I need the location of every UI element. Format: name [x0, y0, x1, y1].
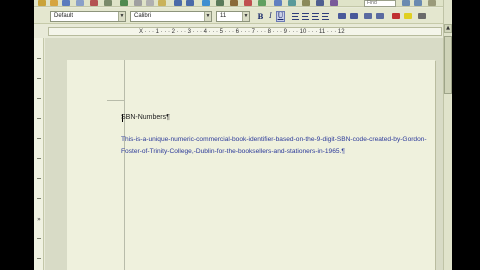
paragraph-style-value: Default [54, 13, 74, 19]
formatting-toolbar: Default ▼ Calibri ▼ 11 ▼ B I U [34, 8, 452, 24]
chevron-down-icon[interactable]: ▼ [242, 12, 249, 21]
vertical-scrollbar[interactable]: ▲ [443, 0, 452, 270]
new-icon[interactable] [38, 0, 46, 6]
ruler-tick [37, 198, 41, 199]
spellcheck-icon[interactable] [120, 0, 128, 6]
ruler-tick [37, 98, 41, 99]
ruler-tick [37, 138, 41, 139]
background-color-icon[interactable] [418, 13, 426, 19]
text-boundary-line [124, 60, 125, 270]
email-icon[interactable] [76, 0, 84, 6]
document-area[interactable]: SBN-Numbers¶ This-is-a-unique-numeric-co… [45, 38, 443, 270]
vertical-ruler[interactable]: » [34, 38, 44, 270]
increase-indent-icon[interactable] [376, 13, 384, 19]
chevron-right-icon[interactable]: » [35, 216, 43, 224]
pdf-icon[interactable] [90, 0, 98, 6]
find-previous-icon[interactable] [402, 0, 410, 6]
find-replace-icon[interactable] [274, 0, 282, 6]
navigator-icon[interactable] [288, 0, 296, 6]
numbering-icon[interactable] [338, 13, 346, 19]
find-next-icon[interactable] [414, 0, 422, 6]
ruler-ticks: X · · · 1 · · · 2 · · · 3 · · · 4 · · · … [139, 29, 345, 35]
font-size-value: 11 [220, 13, 227, 19]
paste-icon[interactable] [158, 0, 166, 6]
justify-icon[interactable] [322, 13, 329, 20]
font-size-select[interactable]: 11 ▼ [216, 11, 250, 22]
chevron-down-icon[interactable]: ▼ [118, 12, 125, 21]
find-input[interactable]: Find [364, 0, 396, 7]
ruler-tick [37, 258, 41, 259]
undo-icon[interactable] [174, 0, 182, 6]
chevron-down-icon[interactable]: ▼ [204, 12, 211, 21]
draw-icon[interactable] [258, 0, 266, 6]
bullets-icon[interactable] [350, 13, 358, 19]
toolbar-options-icon[interactable] [428, 0, 436, 6]
align-left-icon[interactable] [292, 13, 299, 20]
text-boundary-corner [107, 100, 124, 101]
font-color-icon[interactable] [392, 13, 400, 19]
document-heading[interactable]: SBN-Numbers¶ [121, 113, 170, 122]
print-icon[interactable] [104, 0, 112, 6]
scroll-thumb[interactable] [444, 36, 452, 94]
writer-window: Find Default ▼ Calibri ▼ 11 ▼ B I U X · … [34, 0, 452, 270]
ruler-tick [37, 238, 41, 239]
horizontal-ruler-bar: X · · · 1 · · · 2 · · · 3 · · · 4 · · · … [34, 25, 452, 38]
highlight-icon[interactable] [404, 13, 412, 19]
open-icon[interactable] [50, 0, 58, 6]
ruler-tick [37, 158, 41, 159]
scroll-up-icon[interactable]: ▲ [444, 24, 452, 33]
document-paragraph[interactable]: This-is-a-unique-numeric-commercial-book… [121, 134, 439, 158]
ruler-tick [37, 178, 41, 179]
align-center-icon[interactable] [302, 13, 309, 20]
horizontal-ruler[interactable]: X · · · 1 · · · 2 · · · 3 · · · 4 · · · … [48, 27, 442, 36]
italic-button[interactable]: I [266, 11, 275, 22]
standard-toolbar: Find [34, 0, 452, 7]
hyperlink-icon[interactable] [202, 0, 210, 6]
help-icon[interactable] [330, 0, 338, 6]
ruler-tick [37, 118, 41, 119]
font-name-select[interactable]: Calibri ▼ [130, 11, 212, 22]
bold-button[interactable]: B [256, 11, 265, 22]
document-page[interactable]: SBN-Numbers¶ This-is-a-unique-numeric-co… [67, 60, 435, 270]
copy-icon[interactable] [146, 0, 154, 6]
chart-icon[interactable] [244, 0, 252, 6]
font-name-value: Calibri [134, 13, 152, 19]
zoom-icon[interactable] [316, 0, 324, 6]
underline-button[interactable]: U [276, 11, 285, 22]
align-right-icon[interactable] [312, 13, 319, 20]
cut-icon[interactable] [134, 0, 142, 6]
save-icon[interactable] [62, 0, 70, 6]
paragraph-style-select[interactable]: Default ▼ [50, 11, 126, 22]
ruler-tick [37, 78, 41, 79]
image-icon[interactable] [230, 0, 238, 6]
decrease-indent-icon[interactable] [364, 13, 372, 19]
table-icon[interactable] [216, 0, 224, 6]
ruler-tick [37, 58, 41, 59]
gallery-icon[interactable] [302, 0, 310, 6]
redo-icon[interactable] [186, 0, 194, 6]
